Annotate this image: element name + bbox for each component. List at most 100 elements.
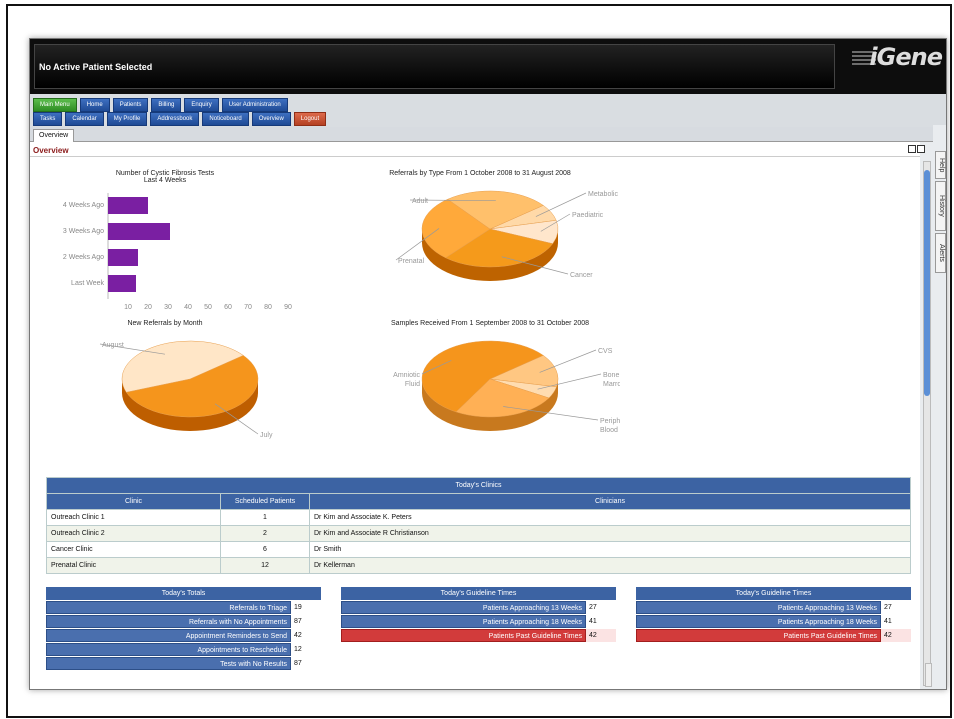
pie-label: Adult	[412, 198, 428, 205]
nav-tasks[interactable]: Tasks	[33, 112, 63, 126]
list-item[interactable]: Referrals with No Appointments 87	[46, 615, 321, 628]
clinic-name: Cancer Clinic	[46, 541, 221, 558]
restore-icon[interactable]	[908, 145, 916, 153]
pie-label: Peripheral Blood	[600, 418, 620, 434]
y-tick-label: 4 Weeks Ago	[63, 202, 104, 209]
side-tab-alerts[interactable]: Alerts	[935, 233, 946, 273]
col-clinicians: Clinicians	[309, 493, 911, 510]
pie-label-line: Marrow	[603, 381, 620, 388]
guideline-value: 42	[586, 629, 616, 642]
guideline-value: 41	[586, 615, 616, 628]
total-value: 42	[291, 629, 321, 642]
igene-logo: iGene	[869, 43, 943, 71]
nav-addressbook[interactable]: Addressbook	[150, 112, 200, 126]
total-value: 12	[291, 643, 321, 656]
clinic-clinicians: Dr Kellerman	[309, 557, 911, 574]
scrollbar-thumb[interactable]	[924, 170, 930, 396]
list-item[interactable]: Tests with No Results 87	[46, 657, 321, 670]
guideline-label: Patients Approaching 18 Weeks	[636, 615, 881, 628]
nav-home[interactable]: Home	[79, 98, 110, 112]
list-item[interactable]: Patients Past Guideline Times 42	[341, 629, 616, 642]
total-label: Appointments to Reschedule	[46, 643, 291, 656]
list-item[interactable]: Referrals to Triage 19	[46, 601, 321, 614]
guideline-label: Patients Approaching 13 Weeks	[636, 601, 881, 614]
patient-banner: No Active Patient Selected	[34, 44, 835, 89]
x-tick-label: 20	[144, 304, 152, 311]
x-tick-label: 50	[204, 304, 212, 311]
nav-calendar[interactable]: Calendar	[65, 112, 104, 126]
vertical-scrollbar[interactable]	[923, 161, 931, 686]
igene-app-window: No Active Patient Selected iGene Main Me…	[29, 38, 947, 690]
clinic-name: Outreach Clinic 2	[46, 525, 221, 542]
scroll-arrows[interactable]	[925, 663, 932, 687]
x-tick-label: 80	[264, 304, 272, 311]
guideline-label: Patients Past Guideline Times	[636, 629, 881, 642]
nav-row-1: Main Menu Home Patients Billing Enquiry …	[33, 98, 288, 112]
overview-header-bar	[30, 142, 920, 157]
nav-enquiry[interactable]: Enquiry	[184, 98, 219, 112]
table-row[interactable]: Outreach Clinic 1 1 Dr Kim and Associate…	[46, 509, 911, 526]
tab-overview[interactable]: Overview	[33, 129, 75, 142]
guideline-times-title: Today's Guideline Times	[341, 587, 616, 600]
nav-overview[interactable]: Overview	[251, 112, 291, 126]
total-value: 19	[291, 601, 321, 614]
x-tick-label: 60	[224, 304, 232, 311]
todays-totals-title: Today's Totals	[46, 587, 321, 600]
clinic-patients: 1	[220, 509, 310, 526]
guideline-label: Patients Approaching 13 Weeks	[341, 601, 586, 614]
list-item[interactable]: Appointment Reminders to Send 42	[46, 629, 321, 642]
clinic-patients: 2	[220, 525, 310, 542]
nav-main-menu[interactable]: Main Menu	[33, 98, 77, 112]
pie-label-line: Blood	[600, 427, 618, 434]
pie-label: Bone Marrow	[603, 372, 620, 388]
clinics-table-title: Today's Clinics	[46, 477, 911, 494]
x-tick-label: 70	[244, 304, 252, 311]
pie-label: Amniotic Fluid	[393, 372, 420, 388]
nav-noticeboard[interactable]: Noticeboard	[202, 112, 249, 126]
nav-my-profile[interactable]: My Profile	[106, 112, 148, 126]
nav-logout[interactable]: Logout	[293, 112, 327, 126]
list-item[interactable]: Patients Approaching 13 Weeks 27	[636, 601, 911, 614]
pie-label-line: Fluid	[405, 381, 420, 388]
referrals-type-title: Referrals by Type From 1 October 2008 to…	[389, 170, 571, 177]
col-clinic: Clinic	[46, 493, 221, 510]
list-item[interactable]: Patients Approaching 18 Weeks 41	[341, 615, 616, 628]
list-item[interactable]: Patients Past Guideline Times 42	[636, 629, 911, 642]
pie-label-line: Bone	[603, 372, 619, 379]
x-tick-label: 30	[164, 304, 172, 311]
guideline-label: Patients Past Guideline Times	[341, 629, 586, 642]
top-banner: No Active Patient Selected iGene	[30, 39, 946, 94]
nav-user-administration[interactable]: User Administration	[221, 98, 288, 112]
cf-tests-title-line1: Number of Cystic Fibrosis Tests	[115, 170, 215, 177]
list-item[interactable]: Patients Approaching 18 Weeks 41	[636, 615, 911, 628]
clinic-name: Outreach Clinic 1	[46, 509, 221, 526]
nav-patients[interactable]: Patients	[112, 98, 149, 112]
list-item[interactable]: Patients Approaching 13 Weeks 27	[341, 601, 616, 614]
pie-label: July	[260, 432, 273, 439]
list-item[interactable]: Appointments to Reschedule 12	[46, 643, 321, 656]
table-row[interactable]: Prenatal Clinic 12 Dr Kellerman	[46, 557, 911, 574]
new-referrals-pie-chart: July August	[99, 340, 273, 439]
bar	[108, 223, 170, 240]
guideline-value: 27	[881, 601, 911, 614]
total-label: Referrals to Triage	[46, 601, 291, 614]
side-tab-help[interactable]: Help	[935, 151, 946, 179]
side-tab-history[interactable]: History	[935, 181, 946, 231]
table-row[interactable]: Outreach Clinic 2 2 Dr Kim and Associate…	[46, 525, 911, 542]
maximize-icon[interactable]	[917, 145, 925, 153]
cf-tests-title-line2: Last 4 Weeks	[143, 177, 187, 184]
guideline-label: Patients Approaching 18 Weeks	[341, 615, 586, 628]
samples-title: Samples Received From 1 September 2008 t…	[390, 320, 590, 327]
nav-billing[interactable]: Billing	[151, 98, 182, 112]
x-tick-label: 10	[124, 304, 132, 311]
x-tick-label: 90	[284, 304, 292, 311]
pie-label: August	[102, 342, 124, 349]
new-referrals-title: New Referrals by Month	[127, 320, 203, 327]
x-tick-label: 40	[184, 304, 192, 311]
table-row[interactable]: Cancer Clinic 6 Dr Smith	[46, 541, 911, 558]
total-label: Referrals with No Appointments	[46, 615, 291, 628]
clinic-clinicians: Dr Smith	[309, 541, 911, 558]
y-tick-label: 3 Weeks Ago	[63, 228, 104, 235]
bar	[108, 249, 138, 266]
pie-label: Metabolic	[588, 191, 618, 198]
